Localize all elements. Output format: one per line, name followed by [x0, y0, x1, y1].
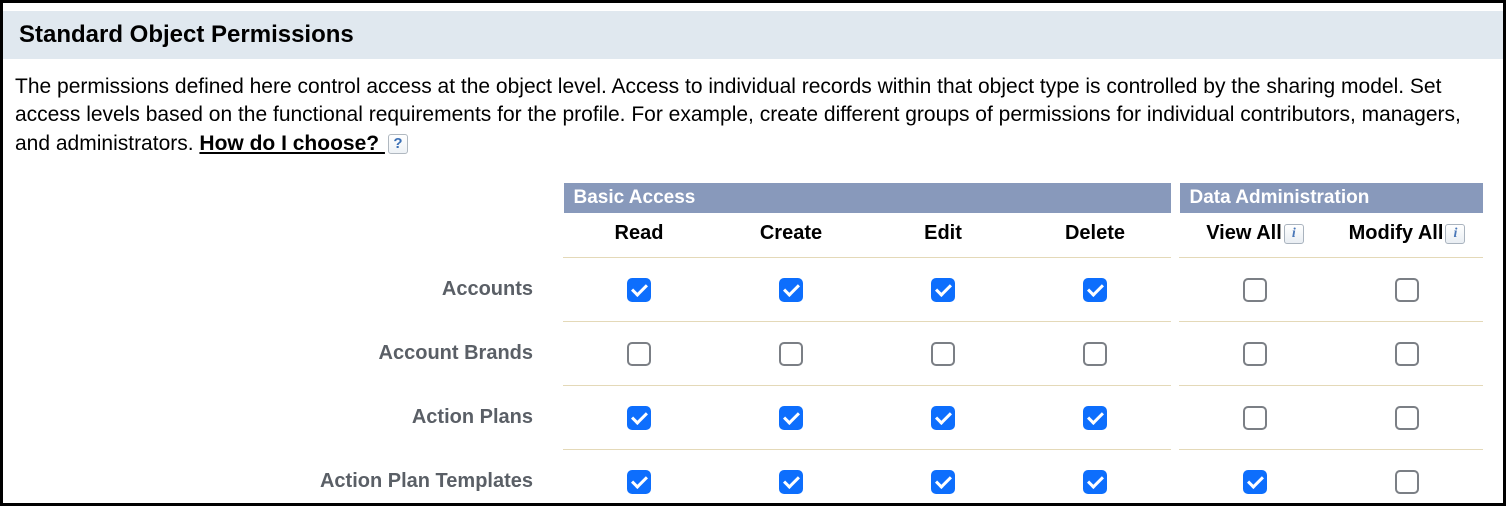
table-row: Account Brands	[13, 322, 1483, 386]
perm-cell-view_all	[1179, 386, 1331, 450]
perm-cell-delete	[1019, 258, 1171, 322]
row-label: Account Brands	[13, 322, 563, 386]
row-label: Action Plan Templates	[13, 450, 563, 514]
checkbox-edit[interactable]	[931, 470, 955, 494]
checkbox-create[interactable]	[779, 278, 803, 302]
checkbox-modify_all[interactable]	[1395, 406, 1419, 430]
checkbox-delete[interactable]	[1083, 406, 1107, 430]
group-basic-access: Basic Access	[563, 183, 1171, 214]
perm-cell-modify_all	[1331, 386, 1483, 450]
perm-cell-modify_all	[1331, 450, 1483, 514]
section-description: The permissions defined here control acc…	[3, 59, 1503, 168]
checkbox-view_all[interactable]	[1243, 342, 1267, 366]
perm-cell-modify_all	[1331, 322, 1483, 386]
checkbox-delete[interactable]	[1083, 342, 1107, 366]
checkbox-modify_all[interactable]	[1395, 278, 1419, 302]
checkbox-create[interactable]	[779, 406, 803, 430]
info-icon[interactable]: i	[1284, 224, 1304, 244]
row-label: Action Plans	[13, 386, 563, 450]
perm-cell-view_all	[1179, 450, 1331, 514]
group-header-row: Basic Access Data Administration	[13, 183, 1483, 214]
perm-cell-delete	[1019, 322, 1171, 386]
column-view-all: View Alli	[1179, 214, 1331, 258]
checkbox-delete[interactable]	[1083, 278, 1107, 302]
perm-cell-read	[563, 258, 715, 322]
help-icon[interactable]: ?	[388, 134, 408, 154]
perm-cell-delete	[1019, 386, 1171, 450]
perm-cell-create	[715, 322, 867, 386]
column-create: Create	[715, 214, 867, 258]
checkbox-edit[interactable]	[931, 342, 955, 366]
column-modify-all-label: Modify All	[1349, 222, 1444, 244]
checkbox-delete[interactable]	[1083, 470, 1107, 494]
table-row: Accounts	[13, 258, 1483, 322]
checkbox-modify_all[interactable]	[1395, 470, 1419, 494]
perm-cell-edit	[867, 258, 1019, 322]
perm-cell-read	[563, 386, 715, 450]
perm-cell-edit	[867, 322, 1019, 386]
group-data-administration: Data Administration	[1179, 183, 1483, 214]
checkbox-read[interactable]	[627, 470, 651, 494]
perm-cell-modify_all	[1331, 258, 1483, 322]
perm-cell-create	[715, 258, 867, 322]
row-label: Accounts	[13, 258, 563, 322]
column-delete: Delete	[1019, 214, 1171, 258]
checkbox-create[interactable]	[779, 342, 803, 366]
perm-cell-delete	[1019, 450, 1171, 514]
column-modify-all: Modify Alli	[1331, 214, 1483, 258]
perm-cell-edit	[867, 450, 1019, 514]
checkbox-read[interactable]	[627, 278, 651, 302]
perm-cell-view_all	[1179, 258, 1331, 322]
perm-cell-create	[715, 386, 867, 450]
checkbox-read[interactable]	[627, 342, 651, 366]
checkbox-edit[interactable]	[931, 406, 955, 430]
perm-cell-edit	[867, 386, 1019, 450]
checkbox-view_all[interactable]	[1243, 406, 1267, 430]
permissions-table: Basic Access Data Administration Read Cr…	[13, 182, 1484, 514]
perm-cell-read	[563, 322, 715, 386]
section-header: Standard Object Permissions	[3, 11, 1503, 59]
section-title: Standard Object Permissions	[19, 21, 354, 48]
checkbox-modify_all[interactable]	[1395, 342, 1419, 366]
checkbox-view_all[interactable]	[1243, 278, 1267, 302]
perm-cell-read	[563, 450, 715, 514]
perm-cell-create	[715, 450, 867, 514]
perm-cell-view_all	[1179, 322, 1331, 386]
column-view-all-label: View All	[1206, 222, 1282, 244]
table-row: Action Plan Templates	[13, 450, 1483, 514]
checkbox-edit[interactable]	[931, 278, 955, 302]
checkbox-view_all[interactable]	[1243, 470, 1267, 494]
column-read: Read	[563, 214, 715, 258]
table-row: Action Plans	[13, 386, 1483, 450]
column-header-row: Read Create Edit Delete View Alli Modify…	[13, 214, 1483, 258]
checkbox-read[interactable]	[627, 406, 651, 430]
checkbox-create[interactable]	[779, 470, 803, 494]
help-link[interactable]: How do I choose?	[199, 132, 385, 155]
info-icon[interactable]: i	[1445, 224, 1465, 244]
column-edit: Edit	[867, 214, 1019, 258]
